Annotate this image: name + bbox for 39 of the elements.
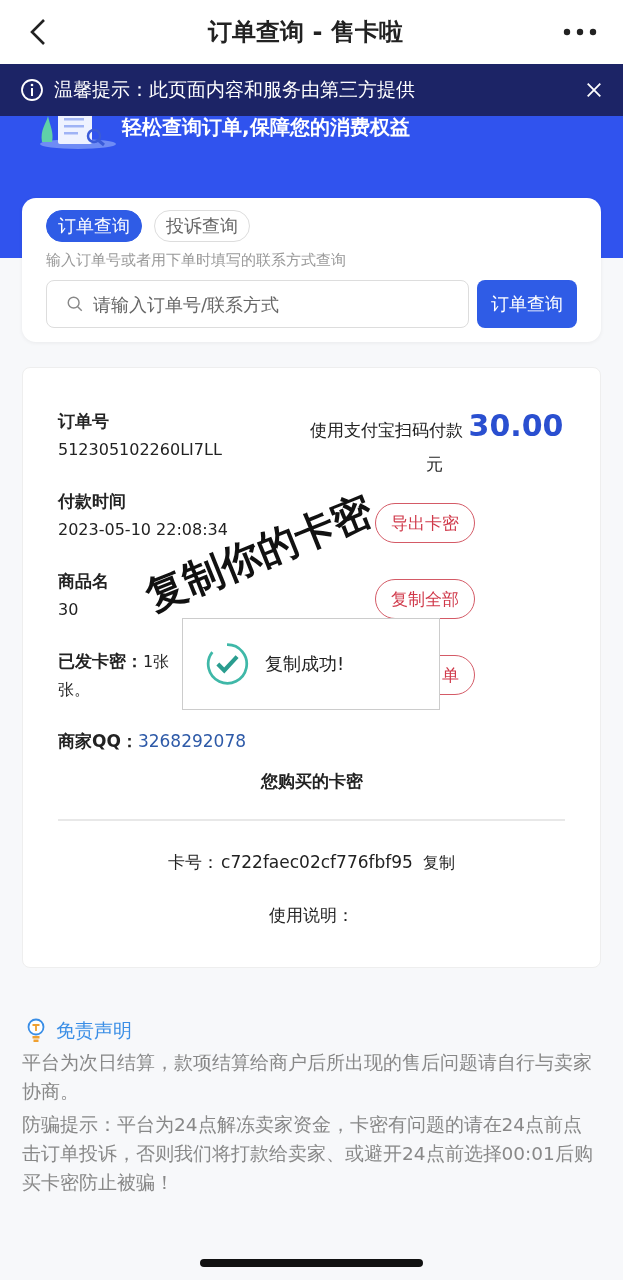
query-tab[interactable]: 投诉查询: [154, 210, 250, 242]
action-button[interactable]: 导出卡密: [374, 503, 475, 543]
usage-label: 使用说明：: [268, 904, 355, 927]
payment-amount: 30.00: [468, 408, 564, 443]
qq-link[interactable]: 3268292078: [137, 731, 247, 751]
copy-button[interactable]: 复制: [414, 853, 455, 874]
query-tab[interactable]: 订单查询: [46, 210, 142, 242]
disclaimer-title: 免责声明: [56, 1018, 132, 1043]
banner-slogan: 轻松查询订单,保障您的消费权益: [122, 114, 410, 141]
field-value: 512305102260LI7LL: [58, 439, 223, 461]
field-value: 30: [58, 599, 80, 621]
hint-text: 输入订单号或者用下单时填写的联系方式查询: [46, 251, 347, 270]
field-value: 张。: [58, 679, 91, 701]
back-icon[interactable]: [28, 17, 48, 47]
field-value: 2023-05-10 22:08:34: [58, 519, 229, 541]
card-number-label: 卡号：: [168, 851, 220, 874]
query-button[interactable]: 订单查询: [477, 280, 577, 328]
close-icon[interactable]: [585, 81, 603, 99]
payment-method: 使用支付宝扫码付款: [309, 419, 463, 442]
toast-message: 复制成功!: [265, 652, 345, 676]
info-icon: [20, 78, 44, 102]
check-icon: [205, 642, 249, 686]
field-value: 1张: [143, 651, 170, 673]
card-number: c722faec02cf776fbf95: [221, 852, 413, 872]
notice-text: 温馨提示：此页面内容和服务由第三方提供: [54, 77, 416, 102]
more-icon[interactable]: [563, 28, 597, 36]
field-label: 商家QQ：: [58, 730, 138, 753]
field-label: 商品名: [58, 570, 109, 593]
disclaimer-text: 平台为次日结算，款项结算给商户后所出现的售后问题请自行与卖家协商。: [22, 1051, 593, 1104]
search-field[interactable]: 请输入订单号/联系方式: [46, 280, 469, 328]
section-title: 您购买的卡密: [259, 770, 364, 793]
disclaimer-text: 防骗提示：平台为24点解冻卖家资金，卡密有问题的请在24点前点击订单投诉，否则我们将打款给卖家、或避开24点前选择00:01后购买卡密防止被骗！: [22, 1113, 594, 1195]
currency-unit: 元: [426, 453, 443, 476]
field-label: 已发卡密：: [58, 650, 143, 673]
lightbulb-icon: [26, 1018, 46, 1044]
action-button[interactable]: 复制全部: [374, 579, 475, 619]
field-label: 付款时间: [58, 490, 126, 513]
page-title: 订单查询 - 售卡啦: [208, 17, 403, 48]
field-label: 订单号: [58, 410, 109, 433]
